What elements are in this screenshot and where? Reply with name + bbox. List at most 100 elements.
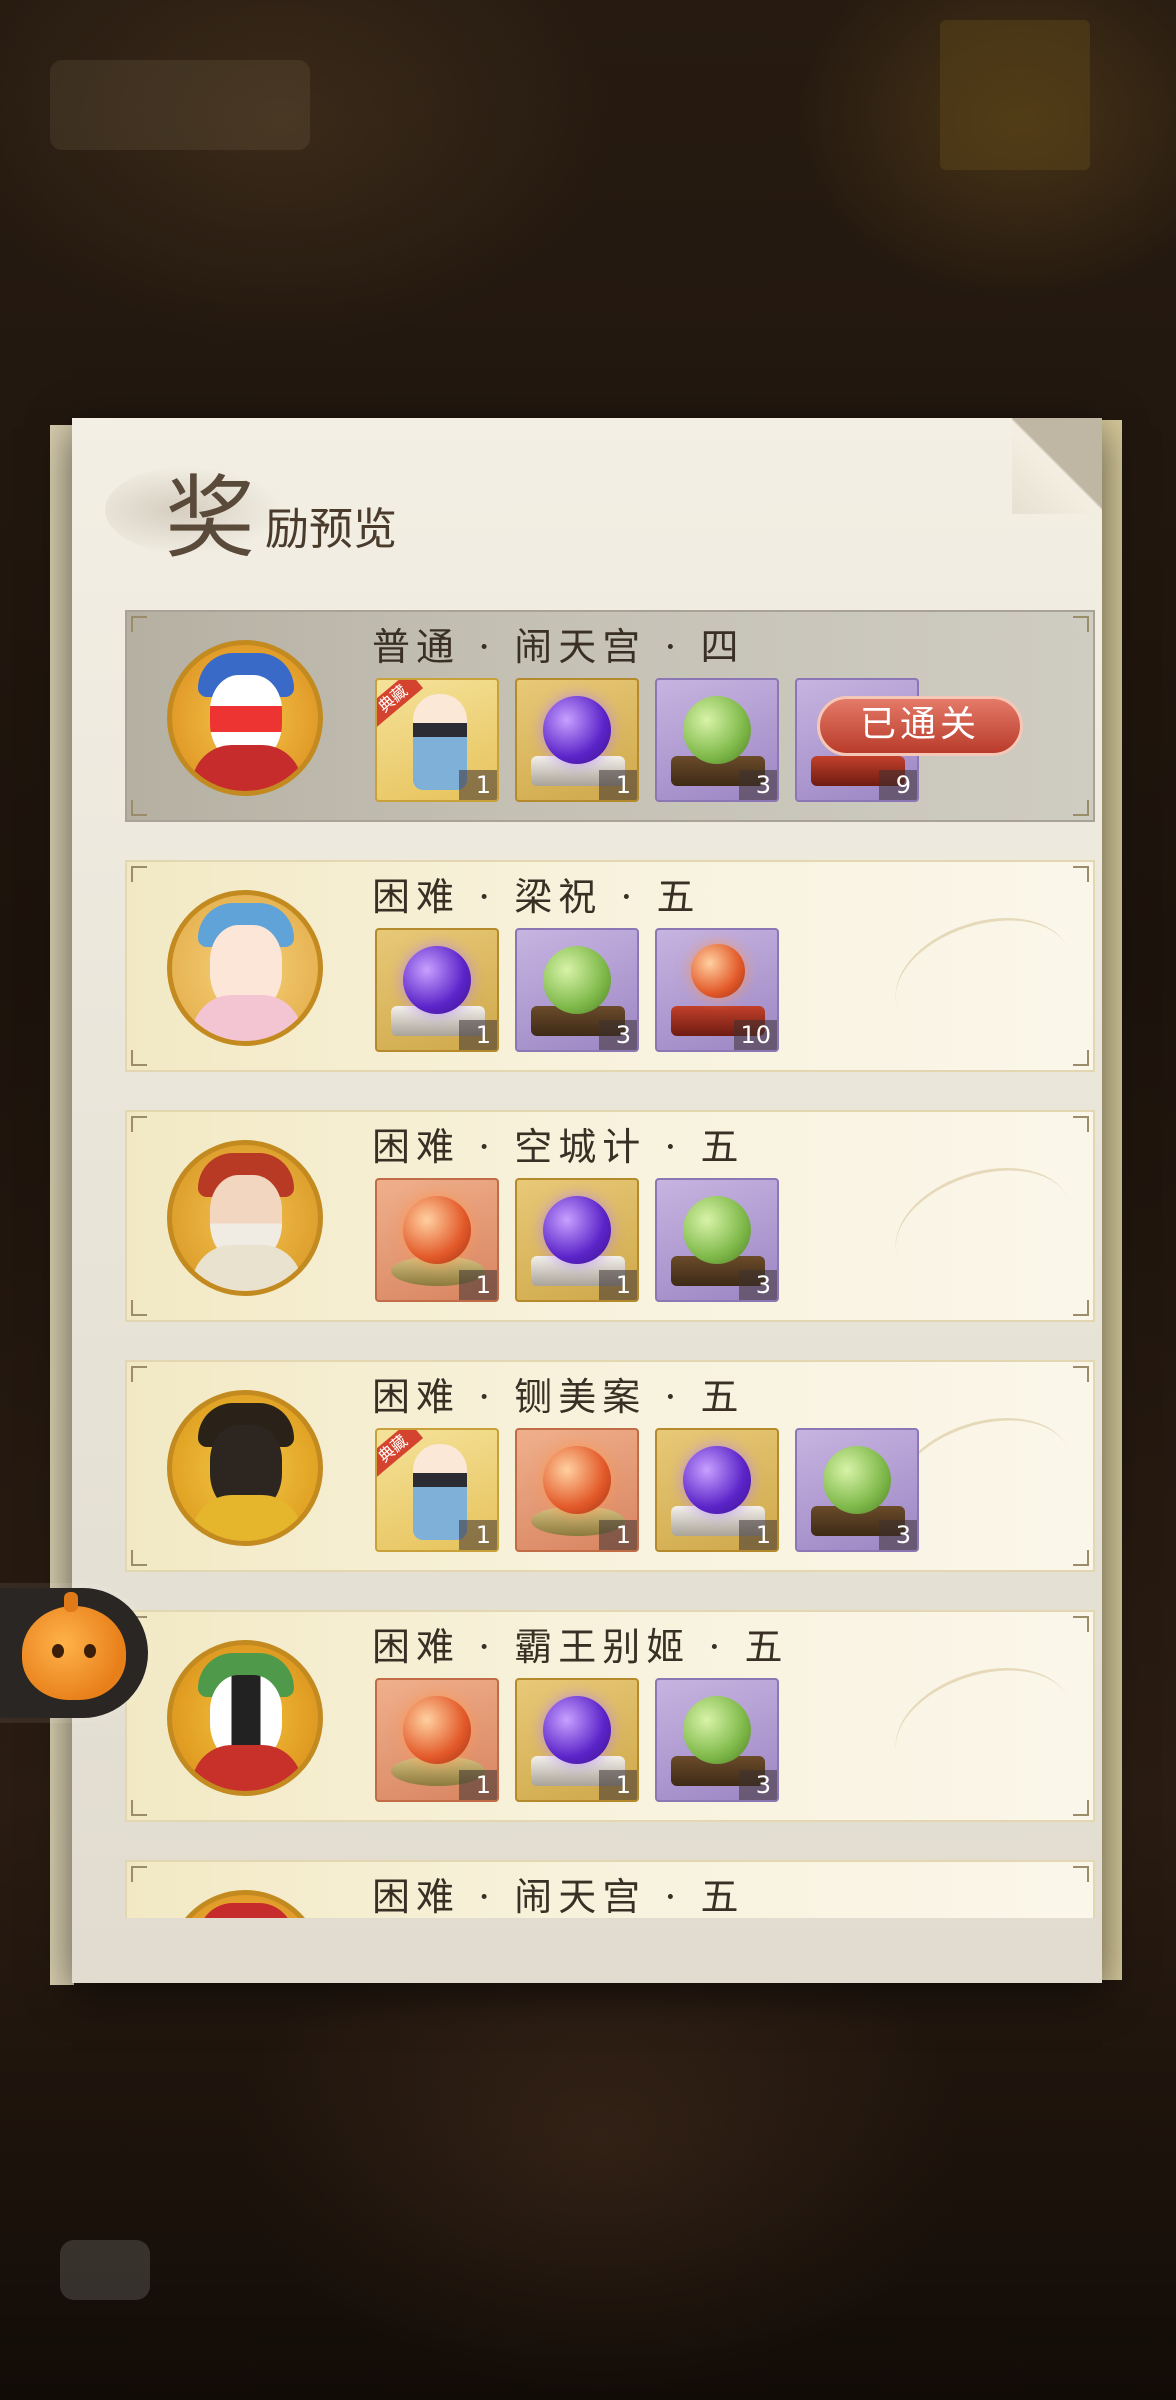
- reward-item-red-orb[interactable]: 1: [515, 1428, 639, 1552]
- item-count: 3: [739, 770, 777, 800]
- corner-ornament: [131, 616, 147, 632]
- reward-item-red-chest[interactable]: 10: [655, 928, 779, 1052]
- item-count: 9: [879, 770, 917, 800]
- corner-ornament: [1073, 1116, 1089, 1132]
- red-orb-icon: [403, 1696, 471, 1764]
- item-count: 1: [599, 1270, 637, 1300]
- corner-ornament: [1073, 616, 1089, 632]
- reward-item-green-orb[interactable]: 3: [515, 928, 639, 1052]
- floating-mascot-button[interactable]: [0, 1588, 148, 1718]
- corner-ornament: [1073, 800, 1089, 816]
- item-count: 1: [459, 1020, 497, 1050]
- corner-ornament: [131, 1366, 147, 1382]
- item-count: 3: [599, 1020, 637, 1050]
- green-orb-icon: [683, 1696, 751, 1764]
- stage-card[interactable]: 困难 · 梁祝 · 五 1 3 10: [125, 860, 1095, 1072]
- corner-ornament: [131, 1116, 147, 1132]
- reward-item-purple-orb[interactable]: 1: [515, 1678, 639, 1802]
- corner-ornament: [131, 1300, 147, 1316]
- reward-item-purple-orb[interactable]: 1: [515, 678, 639, 802]
- reward-item-character[interactable]: 典藏 1: [375, 1428, 499, 1552]
- flame-icon: [691, 944, 745, 998]
- green-orb-icon: [683, 1196, 751, 1264]
- stage-title: 困难 · 梁祝 · 五: [372, 875, 701, 919]
- red-orb-icon: [543, 1446, 611, 1514]
- title-rest: 励预览: [265, 504, 397, 555]
- reward-item-purple-orb[interactable]: 1: [655, 1428, 779, 1552]
- stage-reward-list[interactable]: 普通 · 闹天宫 · 四 典藏 1 1 3 9 已通关 困难 · 梁祝 · 五 …: [125, 610, 1095, 1918]
- corner-ornament: [1073, 1050, 1089, 1066]
- background-blurred-icon: [60, 2240, 150, 2300]
- reward-item-green-orb[interactable]: 3: [795, 1428, 919, 1552]
- background-blurred-shelf: [940, 20, 1090, 170]
- corner-ornament: [131, 866, 147, 882]
- item-count: 1: [599, 1520, 637, 1550]
- stage-card[interactable]: 普通 · 闹天宫 · 四 典藏 1 1 3 9 已通关: [125, 610, 1095, 822]
- pumpkin-stem-icon: [64, 1592, 78, 1612]
- stage-avatar: [167, 890, 323, 1046]
- reward-item-red-orb[interactable]: 1: [375, 1678, 499, 1802]
- reward-item-purple-orb[interactable]: 1: [515, 1178, 639, 1302]
- purple-orb-icon: [543, 696, 611, 764]
- panel-edge-left: [50, 425, 74, 1985]
- cleared-badge: 已通关: [817, 696, 1023, 756]
- reward-item-red-orb[interactable]: 1: [375, 1178, 499, 1302]
- stage-avatar: [167, 1390, 323, 1546]
- stage-avatar: [167, 1890, 323, 1918]
- stage-title: 困难 · 闹天宫 · 五: [372, 1875, 745, 1918]
- purple-orb-icon: [683, 1446, 751, 1514]
- corner-ornament: [1073, 1800, 1089, 1816]
- corner-ornament: [131, 1550, 147, 1566]
- item-count: 1: [599, 1770, 637, 1800]
- purple-orb-icon: [403, 946, 471, 1014]
- title-big-char: 奖: [165, 466, 255, 571]
- item-count: 1: [459, 770, 497, 800]
- corner-ornament: [1073, 1366, 1089, 1382]
- pumpkin-mascot-icon: [22, 1606, 126, 1700]
- corner-ornament: [1073, 866, 1089, 882]
- purple-orb-icon: [543, 1196, 611, 1264]
- stage-card[interactable]: 困难 · 铡美案 · 五 典藏 1 1 1 3: [125, 1360, 1095, 1572]
- stage-card[interactable]: 困难 · 空城计 · 五 1 1 3: [125, 1110, 1095, 1322]
- red-orb-icon: [403, 1196, 471, 1264]
- corner-ornament: [131, 1866, 147, 1882]
- corner-ornament: [1073, 1300, 1089, 1316]
- stage-title: 困难 · 空城计 · 五: [372, 1125, 745, 1169]
- green-orb-icon: [823, 1446, 891, 1514]
- green-orb-icon: [683, 696, 751, 764]
- item-count: 10: [734, 1020, 777, 1050]
- stage-avatar: [167, 640, 323, 796]
- reward-item-purple-orb[interactable]: 1: [375, 928, 499, 1052]
- item-count: 3: [879, 1520, 917, 1550]
- item-count: 1: [459, 1270, 497, 1300]
- stage-title: 普通 · 闹天宫 · 四: [372, 625, 745, 669]
- item-count: 3: [739, 1770, 777, 1800]
- reward-item-green-orb[interactable]: 3: [655, 1678, 779, 1802]
- reward-item-green-orb[interactable]: 3: [655, 678, 779, 802]
- stage-card[interactable]: 困难 · 霸王别姬 · 五 1 1 3: [125, 1610, 1095, 1822]
- swirl-decoration: [879, 896, 1087, 1061]
- page-curl-corner: [1012, 418, 1102, 514]
- swirl-decoration: [879, 1146, 1087, 1311]
- item-count: 1: [459, 1520, 497, 1550]
- corner-ornament: [131, 1800, 147, 1816]
- corner-ornament: [1073, 1616, 1089, 1632]
- panel-edge-right: [1100, 420, 1122, 1980]
- corner-ornament: [1073, 1866, 1089, 1882]
- item-count: 1: [739, 1520, 777, 1550]
- corner-ornament: [131, 1050, 147, 1066]
- stage-avatar: [167, 1640, 323, 1796]
- swirl-decoration: [879, 1646, 1087, 1811]
- item-count: 1: [599, 770, 637, 800]
- corner-ornament: [131, 800, 147, 816]
- purple-orb-icon: [543, 1696, 611, 1764]
- green-orb-icon: [543, 946, 611, 1014]
- reward-item-character[interactable]: 典藏 1: [375, 678, 499, 802]
- stage-title: 困难 · 铡美案 · 五: [372, 1375, 745, 1419]
- reward-item-green-orb[interactable]: 3: [655, 1178, 779, 1302]
- background-blurred-logo: [50, 60, 310, 150]
- item-count: 1: [459, 1770, 497, 1800]
- corner-ornament: [1073, 1550, 1089, 1566]
- stage-card[interactable]: 困难 · 闹天宫 · 五: [125, 1860, 1095, 1918]
- stage-title: 困难 · 霸王别姬 · 五: [372, 1625, 789, 1669]
